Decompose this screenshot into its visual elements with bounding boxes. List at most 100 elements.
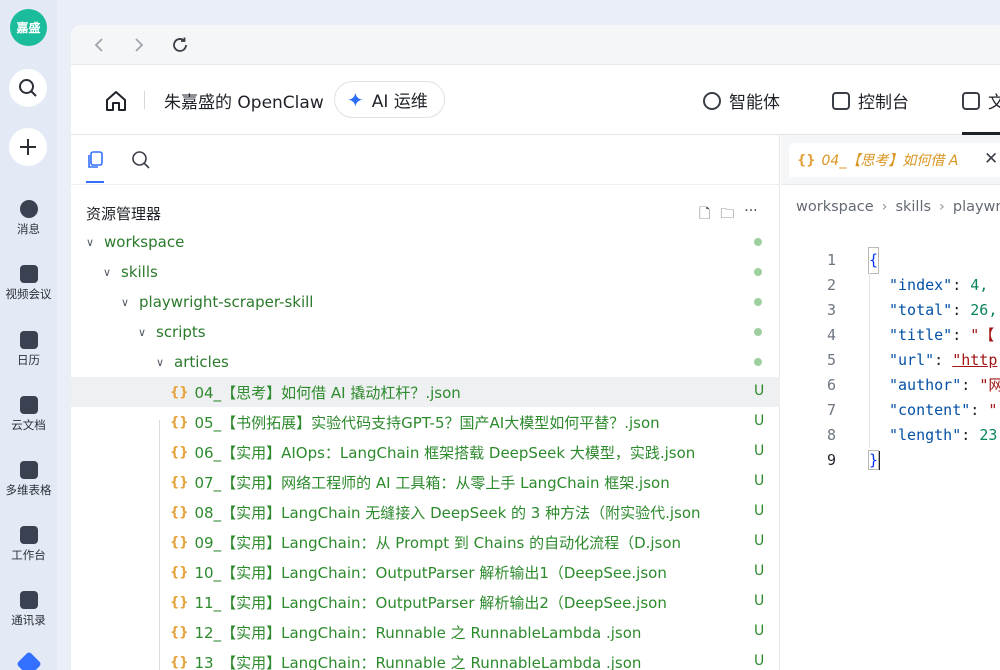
chevron-down-icon: ∨ <box>138 325 147 339</box>
json-key: "index" <box>889 276 953 294</box>
tree-file[interactable]: {} 09_【实用】LangChain：从 Prompt 到 Chains 的自… <box>71 527 780 557</box>
ai-ops-label: AI 运维 <box>371 92 428 112</box>
tree-file[interactable]: {} 12_【实用】LangChain：Runnable 之 RunnableL… <box>71 617 780 647</box>
reload-button[interactable] <box>169 34 191 56</box>
file-label: 04_【思考】如何借 AI 撬动杠杆？.json <box>194 383 461 402</box>
editor-tab[interactable]: {} 04_【思考】如何借 A ✕ <box>789 143 1000 177</box>
json-file-icon: {} <box>170 654 189 670</box>
breadcrumb: workspace › skills › playwri <box>796 199 1000 215</box>
git-status-badge: U <box>754 563 765 579</box>
browser-navbar <box>71 25 1000 65</box>
breadcrumb-item[interactable]: workspace <box>796 199 874 215</box>
new-folder-icon[interactable]: 🗀 <box>720 203 734 227</box>
git-status-badge: U <box>754 593 765 609</box>
chevron-down-icon: ∨ <box>121 295 130 309</box>
tab-label: 文 <box>988 93 1000 113</box>
json-value[interactable]: "http <box>952 351 997 369</box>
document-icon <box>19 396 38 414</box>
home-button[interactable] <box>104 89 128 113</box>
tree-file[interactable]: {} 11_【实用】LangChain：OutputParser 解析输出2（D… <box>71 587 780 617</box>
add-button[interactable] <box>9 128 47 166</box>
tree-folder[interactable]: ∨ workspace <box>71 227 780 257</box>
code-line: 6 "author": "网 <box>781 373 1000 398</box>
code-line: 3 "total": 26, <box>781 298 1000 323</box>
console-icon <box>832 91 850 110</box>
json-key: "url" <box>889 351 935 369</box>
tree-file[interactable]: {} 10_【实用】LangChain：OutputParser 解析输出1（D… <box>71 557 780 587</box>
json-key: "author" <box>889 376 962 394</box>
rail-item-calendar[interactable]: 日历 <box>0 331 57 368</box>
folder-label: playwright-scraper-skill <box>139 293 314 311</box>
git-status-badge: U <box>754 383 765 399</box>
more-icon[interactable]: ··· <box>744 203 757 227</box>
code-line: 4 "title": "【 <box>781 323 1000 348</box>
line-number: 1 <box>826 251 836 269</box>
tree-file[interactable]: {} 08_【实用】LangChain 无缝接入 DeepSeek 的 3 种方… <box>71 497 780 527</box>
code-line: 2 "index": 4, <box>781 273 1000 298</box>
json-value: 26, <box>970 301 998 319</box>
app-header: 朱嘉盛的 OpenClaw ✦ AI 运维 智能体 控制台 文 <box>71 65 1000 135</box>
json-file-icon: {} <box>170 594 189 610</box>
git-status-badge: U <box>754 413 765 429</box>
tree-folder[interactable]: ∨ scripts <box>71 317 780 347</box>
more-icon[interactable] <box>16 651 42 670</box>
rail-item-video[interactable]: 视频会议 <box>0 265 57 302</box>
rail-item-contacts[interactable]: 通讯录 <box>0 591 57 628</box>
rail-item-label: 视频会议 <box>5 287 52 301</box>
json-key: "content" <box>889 401 971 419</box>
ai-ops-button[interactable]: ✦ AI 运维 <box>334 81 445 118</box>
close-icon[interactable]: ✕ <box>984 149 998 169</box>
json-file-icon: {} <box>170 414 189 430</box>
rail-item-workplace[interactable]: 工作台 <box>0 526 57 563</box>
code-line: 8 "length": 23 <box>781 423 1000 448</box>
json-key: "total" <box>889 301 953 319</box>
file-tree: ∨ workspace ∨ skills ∨ playwright-scrape… <box>71 227 780 670</box>
new-file-icon[interactable]: 🗋 <box>699 203 710 227</box>
line-number: 3 <box>826 301 836 319</box>
app-title: 朱嘉盛的 OpenClaw <box>164 93 324 113</box>
tree-file[interactable]: {} 04_【思考】如何借 AI 撬动杠杆？.json U <box>71 377 780 407</box>
code-text: "content": " <box>889 401 998 419</box>
tree-file[interactable]: {} 07_【实用】网络工程师的 AI 工具箱：从零上手 LangChain 框… <box>71 467 780 497</box>
rail-item-label: 多维表格 <box>5 483 52 497</box>
tab-label: 控制台 <box>858 93 909 113</box>
file-label: 10_【实用】LangChain：OutputParser 解析输出1（Deep… <box>194 563 667 582</box>
tree-folder[interactable]: ∨ skills <box>71 257 780 287</box>
tree-folder[interactable]: ∨ articles <box>71 347 780 377</box>
file-label: 11_【实用】LangChain：OutputParser 解析输出2（Deep… <box>194 593 667 612</box>
tab-files[interactable]: 文 <box>962 88 1000 113</box>
reload-icon <box>173 37 187 52</box>
search-button[interactable] <box>9 69 47 107</box>
tab-console[interactable]: 控制台 <box>832 88 909 113</box>
breadcrumb-item[interactable]: playwri <box>953 199 1000 215</box>
code-area[interactable]: 1 { 2 "index": 4, 3 "total": 26, 4 "titl… <box>781 247 1000 473</box>
tree-file[interactable]: {} 13_【实用】LangChain：Runnable 之 RunnableL… <box>71 647 780 670</box>
rail-item-base[interactable]: 多维表格 <box>0 461 57 498</box>
git-status-badge: U <box>754 623 765 639</box>
folder-icon <box>962 91 980 110</box>
file-label: 06_【实用】AIOps：LangChain 框架搭载 DeepSeek 大模型… <box>194 443 696 462</box>
divider <box>144 91 145 109</box>
avatar[interactable]: 嘉盛 <box>10 9 47 46</box>
code-text: "title": "【 <box>889 326 995 344</box>
forward-button[interactable] <box>128 34 150 56</box>
calendar-icon <box>19 331 38 349</box>
tree-file[interactable]: {} 05_【书例拓展】实验代码支持GPT-5？国产AI大模型如何平替？.jso… <box>71 407 780 437</box>
tree-file[interactable]: {} 06_【实用】AIOps：LangChain 框架搭载 DeepSeek … <box>71 437 780 467</box>
apps-icon <box>19 526 38 544</box>
files-tab[interactable] <box>86 151 104 169</box>
back-button[interactable] <box>88 34 110 56</box>
line-number: 2 <box>826 276 836 294</box>
tree-folder[interactable]: ∨ playwright-scraper-skill <box>71 287 780 317</box>
rail-item-docs[interactable]: 云文档 <box>0 396 57 433</box>
code-text: "index": 4, <box>889 276 989 294</box>
text-cursor <box>878 451 881 470</box>
line-number: 9 <box>826 451 836 469</box>
rail-item-messages[interactable]: 消息 <box>0 200 57 237</box>
tab-agents[interactable]: 智能体 <box>703 88 780 113</box>
search-tab[interactable] <box>131 150 151 170</box>
folder-label: skills <box>121 263 158 281</box>
json-file-icon: {} <box>170 384 189 400</box>
git-status-badge: U <box>754 653 765 669</box>
breadcrumb-item[interactable]: skills <box>895 199 931 215</box>
